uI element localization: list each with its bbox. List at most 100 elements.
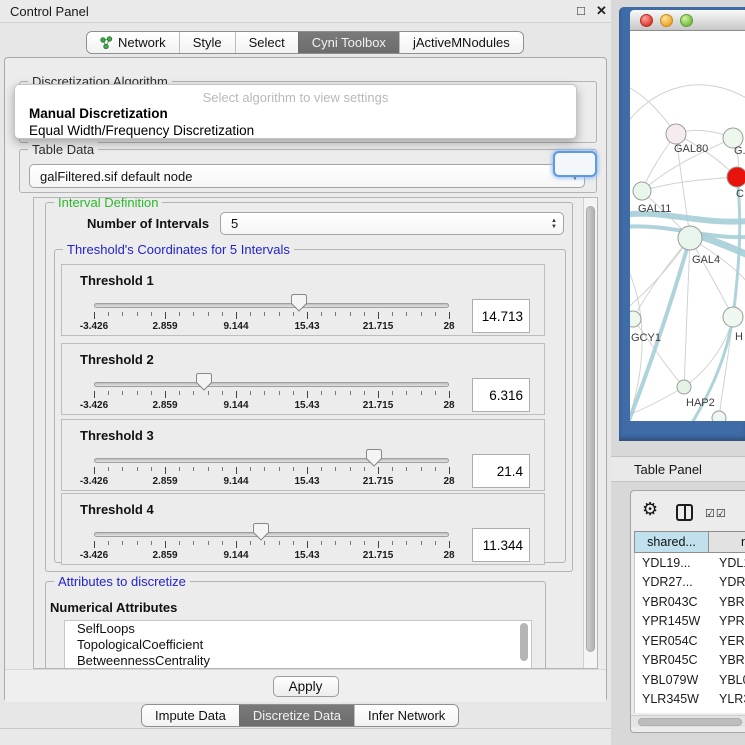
scrollbar-thumb[interactable] [586,206,595,652]
threshold-value-field[interactable] [472,528,530,562]
network-node-red[interactable] [727,167,745,187]
tick-label: 2.859 [152,476,177,487]
table-row[interactable]: YDL19...YDL1 [635,553,745,573]
table-row[interactable]: YDR27...YDR2 [635,573,745,593]
table-panel: ⚙ ☑☑ shared... n YDL19...YDL1YDR27...YDR… [630,490,745,733]
slider-track[interactable] [94,303,449,308]
tab-style[interactable]: Style [179,32,235,53]
algorithm-option-manual-discretization[interactable]: Manual Discretization [15,105,576,122]
tick-mark [364,541,365,545]
float-icon[interactable]: □ [577,3,585,18]
table-row[interactable]: YBL079WYBL0 [635,670,745,690]
apply-button[interactable]: Apply [273,676,339,697]
network-node-gal4[interactable] [678,226,702,250]
network-node-gcy1[interactable] [630,311,641,327]
tick-label: 9.144 [223,400,248,411]
tab-jactivemnodules[interactable]: jActiveMNodules [399,32,523,53]
screen: Control Panel □ ✕ NetworkStyleSelectCyni… [0,0,745,745]
table-row[interactable]: YER054CYER0 [635,631,745,651]
network-node-gal11[interactable] [633,182,651,200]
tab-network[interactable]: Network [87,32,179,53]
network-node-b1[interactable] [712,411,726,421]
tick-mark [137,467,138,471]
table-row[interactable]: YIL052CYIL0 [635,709,745,713]
tick-mark [406,391,407,395]
tab-cyni-toolbox[interactable]: Cyni Toolbox [298,32,399,53]
scrollbar-thumb[interactable] [520,623,528,661]
tab-discretize-data[interactable]: Discretize Data [239,705,354,726]
tick-mark [378,391,379,398]
threshold-value-field[interactable] [472,378,530,412]
number-of-intervals-label: Number of Intervals [87,216,209,231]
settings-scrollpane: Interval Definition Number of Intervals … [33,197,598,669]
table-horizontal-scrollbar[interactable] [631,715,745,727]
close-traffic-light-icon[interactable] [640,14,653,27]
table-row[interactable]: YLR345WYLR3 [635,690,745,710]
network-node-hap2[interactable] [677,380,691,394]
tick-mark [321,391,322,395]
node-table-body: YDL19...YDL1YDR27...YDR2YBR043CYBR0YPR14… [634,553,745,713]
numerical-attributes-list[interactable]: SelfLoopsTopologicalCoefficientBetweenne… [64,620,532,669]
close-icon[interactable]: ✕ [596,3,607,19]
threshold-value-field[interactable] [472,454,530,488]
tick-mark [222,467,223,471]
tick-label: 28 [443,400,454,411]
tab-infer-network[interactable]: Infer Network [354,705,458,726]
tab-impute-data[interactable]: Impute Data [142,705,239,726]
tick-mark [335,467,336,471]
number-of-intervals-select[interactable]: 5 ▲▼ [220,212,564,235]
tick-mark [350,391,351,395]
numerical-attributes-heading: Numerical Attributes [50,600,177,615]
slider-ticks [94,312,449,321]
tick-label: -3.426 [80,321,108,332]
window-title: Control Panel [10,4,89,19]
table-row[interactable]: YPR145WYPR1 [635,612,745,632]
tick-mark [279,391,280,395]
network-node-h[interactable] [723,307,743,327]
threshold-label: Threshold 3 [80,428,154,443]
table-row[interactable]: YBR045CYBR0 [635,651,745,671]
checkbox-icons[interactable]: ☑☑ [705,507,727,520]
tick-mark [406,312,407,316]
slider-handle[interactable] [291,294,307,312]
tick-mark [208,391,209,395]
algorithm-option-equal-width-frequency-discretization[interactable]: Equal Width/Frequency Discretization [15,122,576,139]
attribute-item-topologicalcoefficient[interactable]: TopologicalCoefficient [65,637,531,653]
split-view-icon[interactable] [676,504,693,521]
scrollbar-thumb[interactable] [638,718,742,726]
network-canvas[interactable]: GAL80G.CGAL11GAL4GCY1HHAP2 [630,31,745,421]
tick-mark [335,541,336,545]
cell-name: YBL0 [713,673,745,687]
algorithm-select-fragment[interactable] [553,151,597,177]
slider-handle[interactable] [253,523,269,541]
cell-shared-name: YDR27... [635,575,713,589]
table-data-select[interactable]: galFiltered.sif default node ▲▼ [29,164,585,188]
tick-label: 9.144 [223,476,248,487]
tick-mark [421,467,422,471]
column-header-name[interactable]: n [709,531,745,553]
threshold-box-1: Threshold 1-3.4262.8599.14415.4321.71528 [61,264,545,336]
tick-label: -3.426 [80,476,108,487]
table-row[interactable]: YBR043CYBR0 [635,592,745,612]
slider-track[interactable] [94,382,449,387]
tick-mark [421,391,422,395]
zoom-traffic-light-icon[interactable] [680,14,693,27]
slider-handle[interactable] [196,373,212,391]
tab-select[interactable]: Select [235,32,298,53]
threshold-value-field[interactable] [472,299,530,333]
cell-name: YBR0 [713,653,745,667]
column-header-shared-name[interactable]: shared... [634,531,709,553]
slider-track[interactable] [94,458,449,463]
attributes-list-scrollbar[interactable] [519,623,530,669]
settings-vertical-scrollbar[interactable] [583,198,597,668]
gear-icon[interactable]: ⚙ [642,499,658,520]
attribute-item-betweennesscentrality[interactable]: BetweennessCentrality [65,653,531,669]
slider-track[interactable] [94,532,449,537]
minimize-traffic-light-icon[interactable] [660,14,673,27]
tick-label: 28 [443,476,454,487]
network-node-gal80[interactable] [666,124,686,144]
tick-mark [293,391,294,395]
slider-handle[interactable] [366,449,382,467]
attribute-item-selfloops[interactable]: SelfLoops [65,621,531,637]
tick-mark [279,467,280,471]
